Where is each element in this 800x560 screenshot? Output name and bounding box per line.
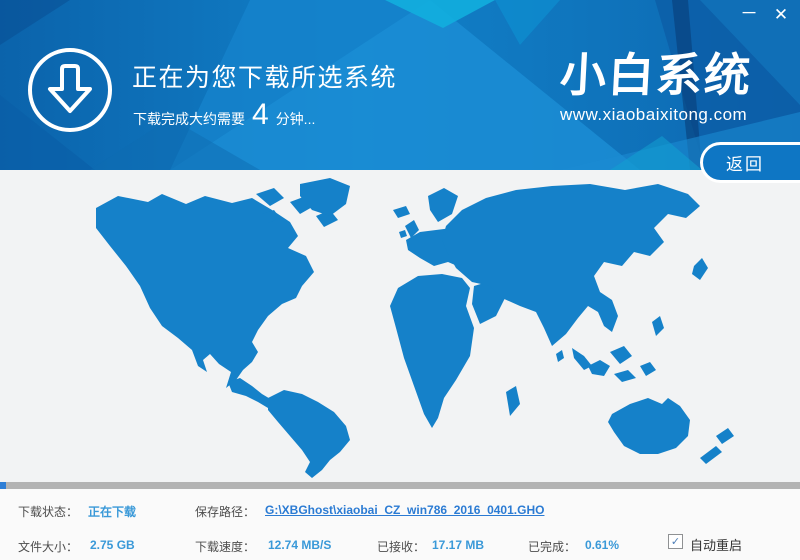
world-map [0,170,800,482]
auto-restart-label: 自动重启 [690,535,742,554]
brand-website: www.xiaobaixitong.com [560,105,752,125]
speed-label: 下载速度： [195,538,255,555]
close-button[interactable]: ✕ [768,3,794,29]
save-path-link[interactable]: G:\XBGhost\xiaobai_CZ_win786_2016_0401.G… [265,503,544,517]
back-button[interactable]: 返回 [700,142,800,183]
save-path-label: 保存路径： [195,503,255,520]
download-status-value: 正在下载 [88,503,136,520]
brand-logo: 小白系统 [559,48,754,103]
eta-text: 下载完成大约需要 4 分钟... [133,98,315,132]
speed-value: 12.74 MB/S [268,538,331,552]
map-panel [0,170,800,482]
file-size-value: 2.75 GB [90,538,135,552]
completed-label: 已完成： [528,538,576,555]
received-label: 已接收： [377,538,425,555]
brand-block: 小白系统 www.xiaobaixitong.com [560,48,752,125]
received-value: 17.17 MB [432,538,484,552]
eta-minutes: 4 [252,98,269,132]
download-progress-bar [0,482,800,489]
header-banner: ─ ✕ 正在为您下载所选系统 下载完成大约需要 4 分钟... 小白系统 www… [0,0,800,170]
progress-fill [0,482,6,489]
minimize-button[interactable]: ─ [736,1,762,27]
eta-suffix: 分钟... [276,109,316,129]
eta-prefix: 下载完成大约需要 [133,109,245,129]
status-bar: 下载状态： 正在下载 保存路径： G:\XBGhost\xiaobai_CZ_w… [0,489,800,560]
app-window: ─ ✕ 正在为您下载所选系统 下载完成大约需要 4 分钟... 小白系统 www… [0,0,800,560]
auto-restart-checkbox[interactable]: ✓ [668,534,683,549]
download-icon [25,45,115,135]
page-title: 正在为您下载所选系统 [132,58,397,94]
file-size-label: 文件大小： [18,538,78,555]
download-status-label: 下载状态： [18,503,78,520]
completed-value: 0.61% [585,538,619,552]
